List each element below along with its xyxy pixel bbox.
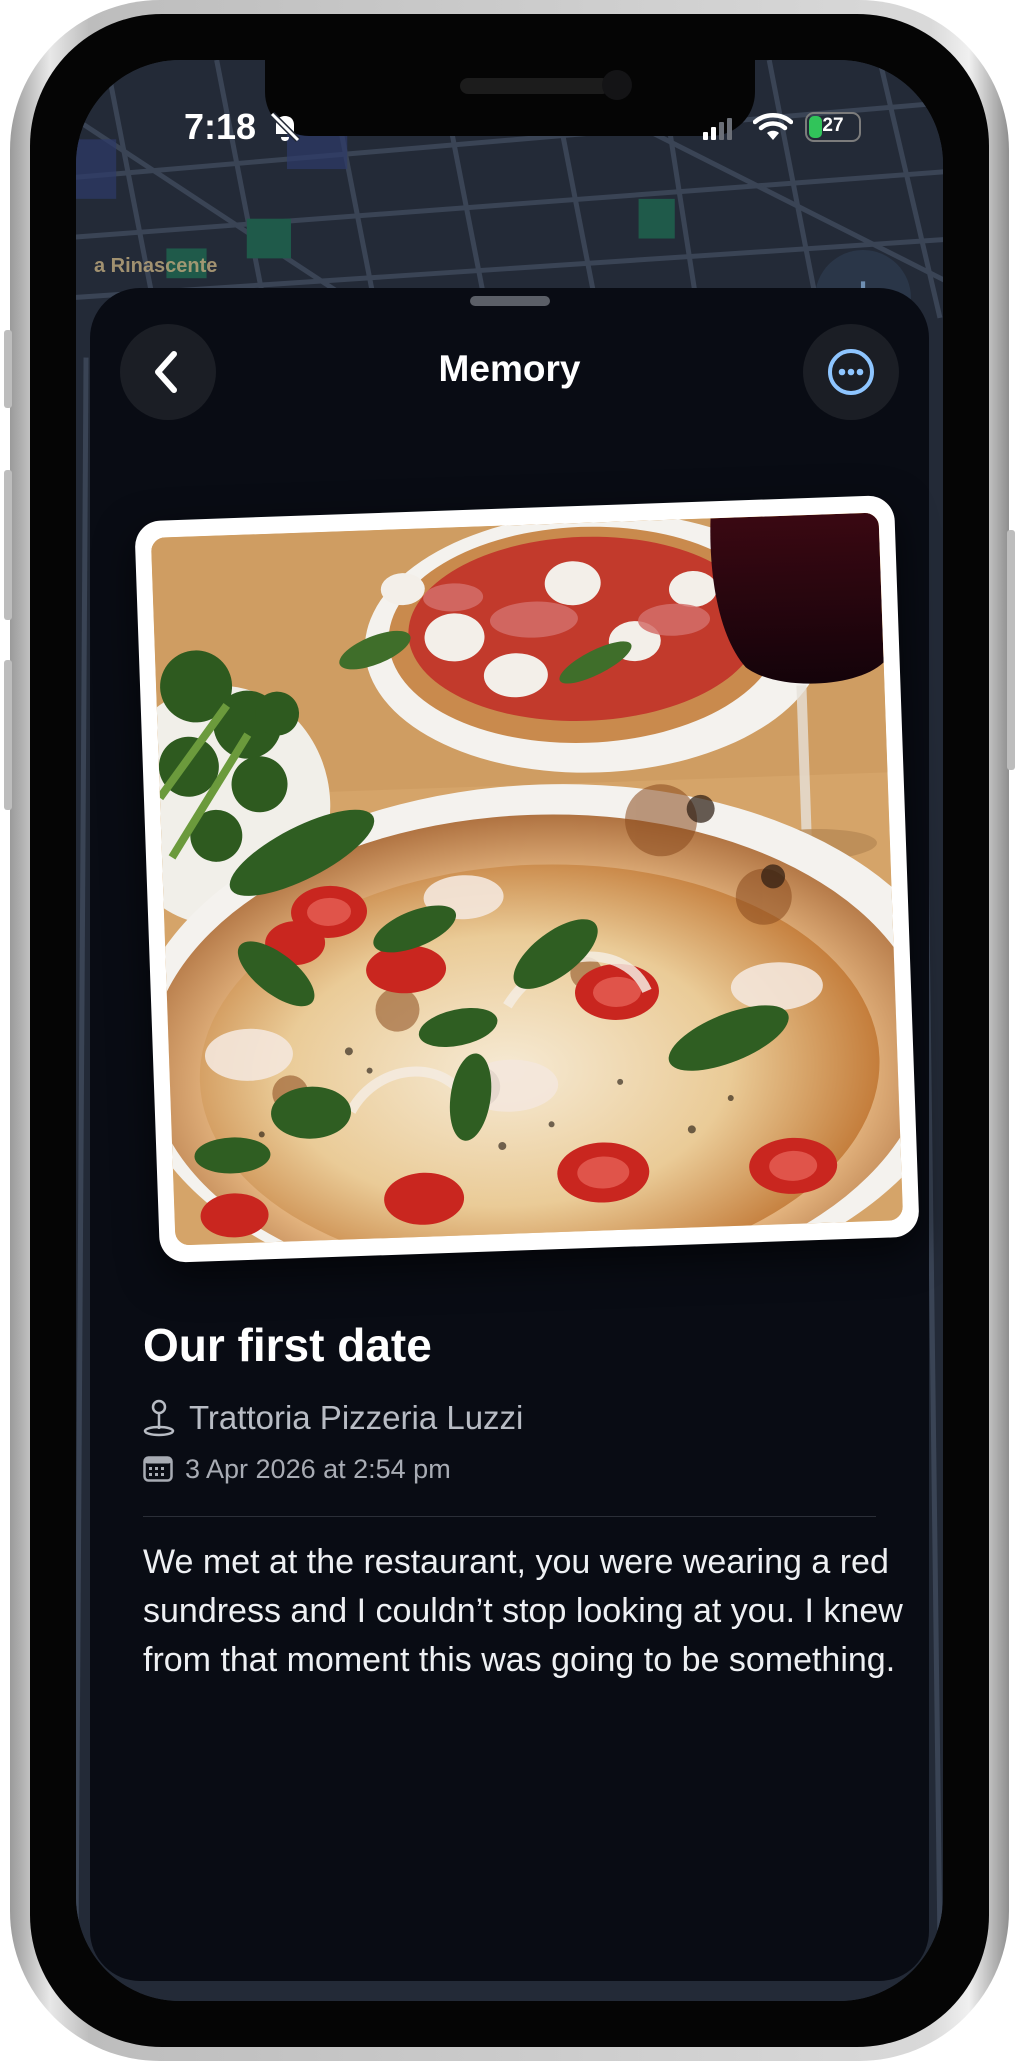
memory-title: Our first date	[143, 1319, 432, 1371]
front-camera	[601, 70, 632, 100]
notch	[264, 60, 755, 136]
memory-photo-frame[interactable]	[134, 494, 920, 1264]
wifi-icon	[753, 113, 793, 140]
side-button	[4, 330, 12, 408]
more-options-button[interactable]	[803, 324, 899, 420]
memory-date: 3 Apr 2026 at 2:54 pm	[185, 1454, 451, 1484]
ellipsis-circle-icon	[828, 349, 874, 395]
calendar-icon	[143, 1456, 173, 1482]
phone-frame: a Rinascente + 7:18	[4, 0, 1015, 2061]
power-button	[1007, 530, 1015, 770]
memory-photo	[150, 512, 904, 1246]
bell-slash-icon	[269, 111, 301, 143]
battery-level: 27	[822, 115, 844, 136]
divider	[143, 1516, 876, 1517]
location-name: Trattoria Pizzeria Luzzi	[189, 1399, 524, 1436]
map-label: a Rinascente	[94, 255, 218, 277]
sheet-grabber[interactable]	[469, 296, 550, 306]
speaker	[459, 78, 610, 94]
volume-down-button	[4, 660, 12, 810]
status-time: 7:18	[184, 106, 257, 147]
screen: a Rinascente + 7:18	[76, 60, 943, 2001]
memory-sheet: Memory Our first date Trattoria Pizzeria…	[90, 288, 929, 1981]
cellular-signal-icon	[703, 118, 732, 140]
map-pin-icon	[143, 1399, 175, 1437]
phone-bezel: a Rinascente + 7:18	[30, 14, 989, 2047]
battery-indicator: 27	[805, 112, 861, 142]
pizza-photo	[150, 512, 904, 1246]
volume-up-button	[4, 470, 12, 620]
memory-description: We met at the restaurant, you were weari…	[143, 1543, 903, 1679]
